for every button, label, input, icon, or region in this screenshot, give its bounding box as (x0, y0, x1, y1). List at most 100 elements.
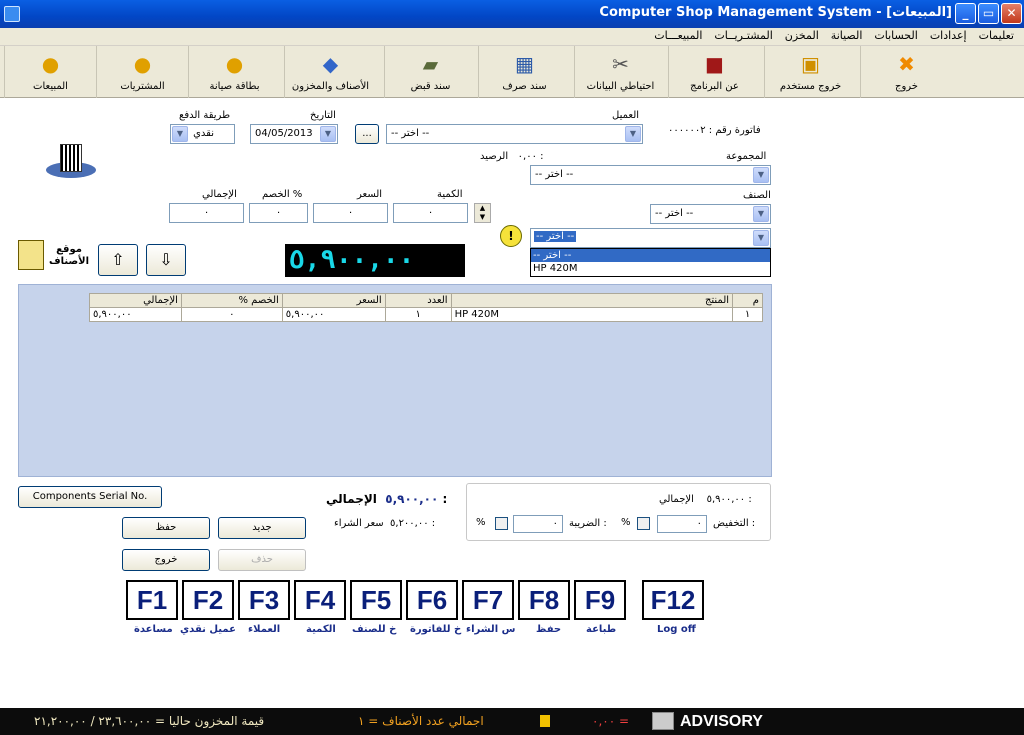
col-header[interactable]: الخصم % (180, 293, 283, 308)
move-up-button[interactable]: ⇧ (98, 244, 138, 276)
menu-accounts[interactable]: الحسابات (874, 29, 917, 42)
delete-button[interactable]: حذف (218, 549, 306, 571)
stock-value-text: قيمة المخزون حاليا = ٢٣,٦٠٠,٠٠ / ٢١,٢٠٠,… (34, 714, 265, 728)
total-input[interactable]: ٠ (169, 203, 244, 223)
date-label: التاريخ (310, 110, 336, 121)
dropdown-option[interactable]: -- اختر -- (531, 249, 770, 262)
toolbar-exit[interactable]: ✖ خروج (860, 46, 952, 98)
menu-sales[interactable]: المبيعـــات (654, 29, 702, 42)
chevron-down-icon: ▼ (753, 167, 769, 183)
exit-icon: ✖ (898, 52, 915, 76)
col-header[interactable]: م (732, 293, 763, 308)
f9-label: طباعة (586, 624, 617, 635)
book-icon: ■ (705, 52, 724, 76)
qty-spinner[interactable]: ▲ ▼ (474, 203, 491, 223)
f5-label: خ للصنف (352, 624, 397, 635)
lightbulb-icon: ! (500, 225, 522, 247)
amount-text: ٠,٠٠ = (592, 714, 630, 728)
f8-key[interactable]: F8 (518, 580, 570, 620)
bottom-total: ٥,٩٠٠,٠٠ الإجمالي : (326, 492, 448, 506)
customer-label: العميل (612, 110, 640, 121)
new-button[interactable]: جديد (218, 517, 306, 539)
discount-input[interactable]: ٠ (249, 203, 308, 223)
summary-discount-check[interactable] (637, 517, 650, 530)
group-label: المجموعة (726, 151, 767, 162)
status-bar: قيمة المخزون حاليا = ٢٣,٦٠٠,٠٠ / ٢١,٢٠٠,… (0, 708, 1024, 735)
led-total-display: ٥,٩٠٠,٠٠ (285, 244, 465, 277)
tax-check[interactable] (495, 517, 508, 530)
item-label: الصنف (743, 190, 771, 201)
f2-key[interactable]: F2 (182, 580, 234, 620)
window-title: Computer Shop Management System - [المبي… (599, 5, 952, 20)
f1-label: مساعدة (134, 624, 173, 635)
product-cell: HP 420M (450, 307, 734, 322)
toolbar-maintenance-card[interactable]: ● بطاقة صيانة (188, 46, 280, 98)
user-icon: ● (41, 52, 60, 76)
product-select[interactable]: ▼ -- اختر -- (530, 228, 771, 248)
toolbar: ● المبيعات ● المشتريات ● بطاقة صيانة ◆ ا… (0, 46, 1024, 98)
save-button[interactable]: حفظ (122, 517, 210, 539)
toolbar-sales[interactable]: ● المبيعات (4, 46, 96, 98)
close-button[interactable]: ✕ (1001, 3, 1022, 24)
balance-value: ٠,٠٠ (517, 151, 537, 162)
minimize-button[interactable]: _ (955, 3, 976, 24)
qty-input[interactable]: ٠ (393, 203, 468, 223)
toolbar-items[interactable]: ◆ الأصناف والمخزون (284, 46, 376, 98)
components-serial-button[interactable]: Components Serial No. (18, 486, 162, 508)
date-picker[interactable]: 04/05/2013 ▼ (250, 124, 338, 144)
total-label: الإجمالي (202, 189, 237, 200)
f2-label: عميل نقدي (180, 624, 236, 635)
menu-store[interactable]: المخزن (785, 29, 819, 42)
f12-label: Log off (657, 624, 696, 635)
items-location-icon (18, 240, 44, 270)
group-select[interactable]: ▼ -- اختر -- (530, 165, 771, 185)
col-header[interactable]: الإجمالي (89, 293, 182, 308)
col-header[interactable]: السعر (281, 293, 386, 308)
f12-key[interactable]: F12 (642, 580, 704, 620)
payment-select[interactable]: نقدي ▼ (170, 124, 235, 144)
move-down-button[interactable]: ⇩ (146, 244, 186, 276)
product-dropdown-list: -- اختر -- HP 420M (530, 248, 771, 277)
menu-settings[interactable]: إعدادات (930, 29, 967, 42)
f5-key[interactable]: F5 (350, 580, 402, 620)
col-header[interactable]: المنتج (450, 293, 734, 308)
f4-key[interactable]: F4 (294, 580, 346, 620)
tax-input[interactable]: ٠ (513, 515, 563, 533)
invoice-number: ٠٠٠٠٠٠٢ (668, 125, 706, 136)
chart-icon: ▦ (515, 52, 534, 76)
advisory-logo-icon (652, 712, 674, 730)
dropdown-option[interactable]: HP 420M (531, 262, 770, 275)
menu-purchases[interactable]: المشتـريــات (714, 29, 772, 42)
toolbar-about[interactable]: ■ عن البرنامج (668, 46, 760, 98)
toolbar-payment[interactable]: ▦ سند صرف (478, 46, 570, 98)
summary-discount-input[interactable]: ٠ (657, 515, 707, 533)
toolbar-logout[interactable]: ▣ خروج مستخدم (764, 46, 856, 98)
col-header[interactable]: العدد (384, 293, 452, 308)
toolbar-backup[interactable]: ✂ احتياطي البيانات (574, 46, 666, 98)
browse-button[interactable]: ... (355, 124, 379, 144)
chevron-down-icon: ▼ (320, 126, 336, 142)
f7-key[interactable]: F7 (462, 580, 514, 620)
f1-key[interactable]: F1 (126, 580, 178, 620)
toolbar-purchases[interactable]: ● المشتريات (96, 46, 188, 98)
items-location-label: موقع الأصناف (49, 244, 89, 267)
price-input[interactable]: ٠ (313, 203, 388, 223)
bottom-total-value: ٥,٩٠٠,٠٠ (385, 492, 439, 506)
purchase-price-value: ٥,٢٠٠,٠٠ (390, 518, 429, 529)
f9-key[interactable]: F9 (574, 580, 626, 620)
customer-select[interactable]: ▼ -- اختر -- (386, 124, 643, 144)
payment-label: طريقة الدفع (179, 110, 231, 121)
restore-button[interactable]: ▭ (978, 3, 999, 24)
f7-label: س الشراء (466, 624, 516, 635)
menu-maintenance[interactable]: الصيانة (831, 29, 863, 42)
f3-key[interactable]: F3 (238, 580, 290, 620)
menu-help[interactable]: تعليمات (979, 29, 1014, 42)
summary-discount-label: التخفيض : (713, 518, 756, 529)
toolbar-receipt[interactable]: ▰ سند قبض (384, 46, 476, 98)
table-row[interactable]: ١ HP 420M ١ ٥,٩٠٠,٠٠ ٠ ٥,٩٠٠,٠٠ (89, 307, 763, 322)
exit-button[interactable]: خروج (122, 549, 210, 571)
brand-text: ADVISORY (680, 713, 763, 730)
f6-key[interactable]: F6 (406, 580, 458, 620)
item-select[interactable]: ▼ -- اختر -- (650, 204, 771, 224)
balance-label: ٠,٠٠ الرصيد : (480, 151, 544, 162)
